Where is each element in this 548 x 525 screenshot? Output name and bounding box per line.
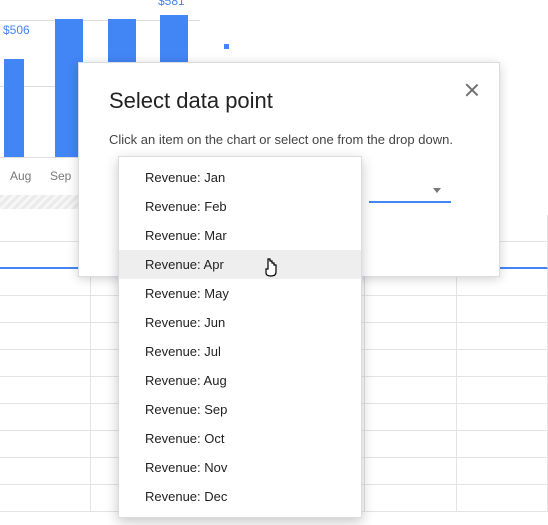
selection-handle-icon[interactable] (223, 43, 230, 50)
dialog-description: Click an item on the chart or select one… (109, 132, 469, 147)
option-revenue-feb[interactable]: Revenue: Feb (119, 192, 361, 221)
option-revenue-aug[interactable]: Revenue: Aug (119, 366, 361, 395)
option-revenue-mar[interactable]: Revenue: Mar (119, 221, 361, 250)
option-revenue-dec[interactable]: Revenue: Dec (119, 482, 361, 511)
x-axis-label: Aug (10, 169, 31, 183)
bar-label: $506 (3, 23, 30, 37)
option-revenue-apr[interactable]: Revenue: Apr (119, 250, 361, 279)
option-revenue-may[interactable]: Revenue: May (119, 279, 361, 308)
chevron-down-icon[interactable] (433, 188, 441, 193)
bar-label: $581 (158, 0, 185, 8)
option-revenue-jun[interactable]: Revenue: Jun (119, 308, 361, 337)
option-revenue-jan[interactable]: Revenue: Jan (119, 163, 361, 192)
close-icon[interactable] (463, 81, 481, 99)
data-point-dropdown[interactable]: Revenue: Jan Revenue: Feb Revenue: Mar R… (118, 156, 362, 518)
option-revenue-oct[interactable]: Revenue: Oct (119, 424, 361, 453)
option-revenue-nov[interactable]: Revenue: Nov (119, 453, 361, 482)
selected-point-field[interactable] (369, 201, 451, 203)
option-revenue-sep[interactable]: Revenue: Sep (119, 395, 361, 424)
option-revenue-jul[interactable]: Revenue: Jul (119, 337, 361, 366)
dialog-title: Select data point (109, 88, 469, 114)
x-axis-label: Sep (50, 169, 71, 183)
